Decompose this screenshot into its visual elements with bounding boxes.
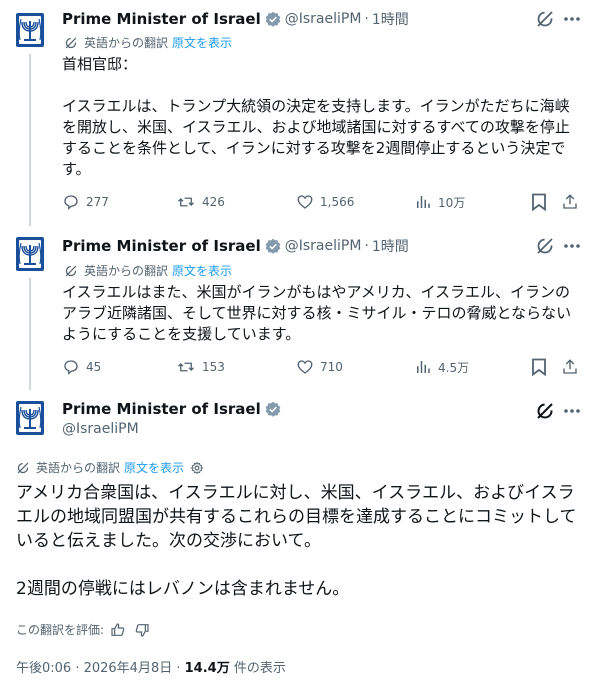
post-timestamp[interactable]: 午後0:06 · 2026年4月8日 · xyxy=(16,661,185,676)
avatar[interactable] xyxy=(10,10,50,50)
avatar[interactable] xyxy=(10,398,50,438)
thread-line xyxy=(29,54,31,226)
translation-label: 英語からの翻訳 xyxy=(84,36,169,50)
grok-icon[interactable] xyxy=(532,398,558,424)
translate-icon xyxy=(17,462,29,473)
translate-icon xyxy=(65,37,77,48)
grok-icon[interactable] xyxy=(532,233,558,259)
views-chart-icon xyxy=(417,196,430,208)
heart-icon xyxy=(297,360,313,374)
post-header: Prime Minister of Israel @IsraeliPM · 1時… xyxy=(62,9,409,29)
bookmark-icon[interactable] xyxy=(528,191,550,213)
more-options-icon[interactable] xyxy=(560,398,584,424)
post-body: アメリカ合衆国は、イスラエルに対し、米国、イスラエル、およびイスラ エルの地域同… xyxy=(16,483,577,599)
like-button[interactable]: 710 xyxy=(296,356,343,378)
verified-badge-icon xyxy=(264,11,281,27)
reply-button[interactable]: 45 xyxy=(62,356,101,378)
post-metadata: 午後0:06 · 2026年4月8日 · 14.4万 件の表示 xyxy=(16,657,286,676)
reply-icon xyxy=(64,360,78,375)
translation-note: 英語からの翻訳 原文を表示 xyxy=(16,459,204,476)
more-options-icon[interactable] xyxy=(560,6,584,32)
heart-icon xyxy=(297,195,313,209)
post-header: Prime Minister of Israel xyxy=(62,400,281,418)
author-handle[interactable]: @IsraeliPM xyxy=(62,421,139,437)
show-original-link[interactable]: 原文を表示 xyxy=(124,459,184,476)
thumbs-down-icon[interactable] xyxy=(134,622,150,638)
post-body: 首相官邸： イスラエルは、トランプ大統領の決定を支持します。イランがただちに海峡… xyxy=(62,55,570,178)
view-count: 4.5万 xyxy=(438,360,470,375)
rate-translation: この翻訳を評価: xyxy=(16,621,150,638)
total-views: 14.4万 xyxy=(184,661,230,676)
repost-button[interactable]: 153 xyxy=(176,356,225,378)
repost-count: 153 xyxy=(202,360,225,374)
author-name[interactable]: Prime Minister of Israel xyxy=(62,237,261,255)
share-icon[interactable] xyxy=(559,356,581,378)
post-header: Prime Minister of Israel @IsraeliPM · 1時… xyxy=(62,236,409,256)
separator-dot: · xyxy=(364,11,369,27)
post-time[interactable]: 1時間 xyxy=(372,236,409,256)
repost-icon xyxy=(178,197,194,207)
like-button[interactable]: 1,566 xyxy=(296,191,354,213)
action-bar: 277 426 1,566 10万 xyxy=(62,191,582,213)
action-bar: 45 153 710 4.5万 xyxy=(62,356,582,378)
share-icon[interactable] xyxy=(559,191,581,213)
post-time[interactable]: 1時間 xyxy=(372,9,409,29)
author-handle[interactable]: @IsraeliPM xyxy=(285,238,362,254)
views-button[interactable]: 4.5万 xyxy=(414,356,469,378)
translation-note: 英語からの翻訳 原文を表示 xyxy=(64,262,232,279)
views-button[interactable]: 10万 xyxy=(414,191,465,213)
verified-badge-icon xyxy=(264,238,281,254)
more-options-icon[interactable] xyxy=(560,233,584,259)
thread-line xyxy=(29,278,31,390)
translation-label: 英語からの翻訳 xyxy=(84,264,169,278)
repost-count: 426 xyxy=(202,195,225,209)
views-chart-icon xyxy=(417,361,430,373)
repost-icon xyxy=(178,362,194,372)
author-name[interactable]: Prime Minister of Israel xyxy=(62,10,261,28)
bookmark-icon[interactable] xyxy=(528,356,550,378)
like-count: 710 xyxy=(320,360,343,374)
reply-count: 45 xyxy=(86,360,102,374)
rate-label: この翻訳を評価: xyxy=(16,623,105,637)
reply-button[interactable]: 277 xyxy=(62,191,109,213)
israel-emblem-icon xyxy=(15,400,45,436)
author-handle[interactable]: @IsraeliPM xyxy=(285,11,362,27)
like-count: 1,566 xyxy=(320,195,355,209)
thumbs-up-icon[interactable] xyxy=(110,622,126,638)
reply-count: 277 xyxy=(86,195,109,209)
avatar[interactable] xyxy=(10,234,50,274)
translate-icon xyxy=(65,265,77,276)
views-label: 件の表示 xyxy=(229,661,286,676)
settings-gear-icon[interactable] xyxy=(190,461,204,475)
show-original-link[interactable]: 原文を表示 xyxy=(172,262,232,279)
view-count: 10万 xyxy=(438,195,466,210)
separator-dot: · xyxy=(364,238,369,254)
author-name[interactable]: Prime Minister of Israel xyxy=(62,400,261,418)
israel-emblem-icon xyxy=(15,236,45,272)
translation-note: 英語からの翻訳 原文を表示 xyxy=(64,34,232,51)
reply-icon xyxy=(64,195,78,210)
israel-emblem-icon xyxy=(15,12,45,48)
grok-icon[interactable] xyxy=(532,6,558,32)
verified-badge-icon xyxy=(264,401,281,417)
post-body: イスラエルはまた、米国がイランがもはやアメリカ、イスラエル、イランの アラブ近隣… xyxy=(62,283,572,343)
translation-label: 英語からの翻訳 xyxy=(36,461,121,475)
repost-button[interactable]: 426 xyxy=(176,191,225,213)
show-original-link[interactable]: 原文を表示 xyxy=(172,34,232,51)
